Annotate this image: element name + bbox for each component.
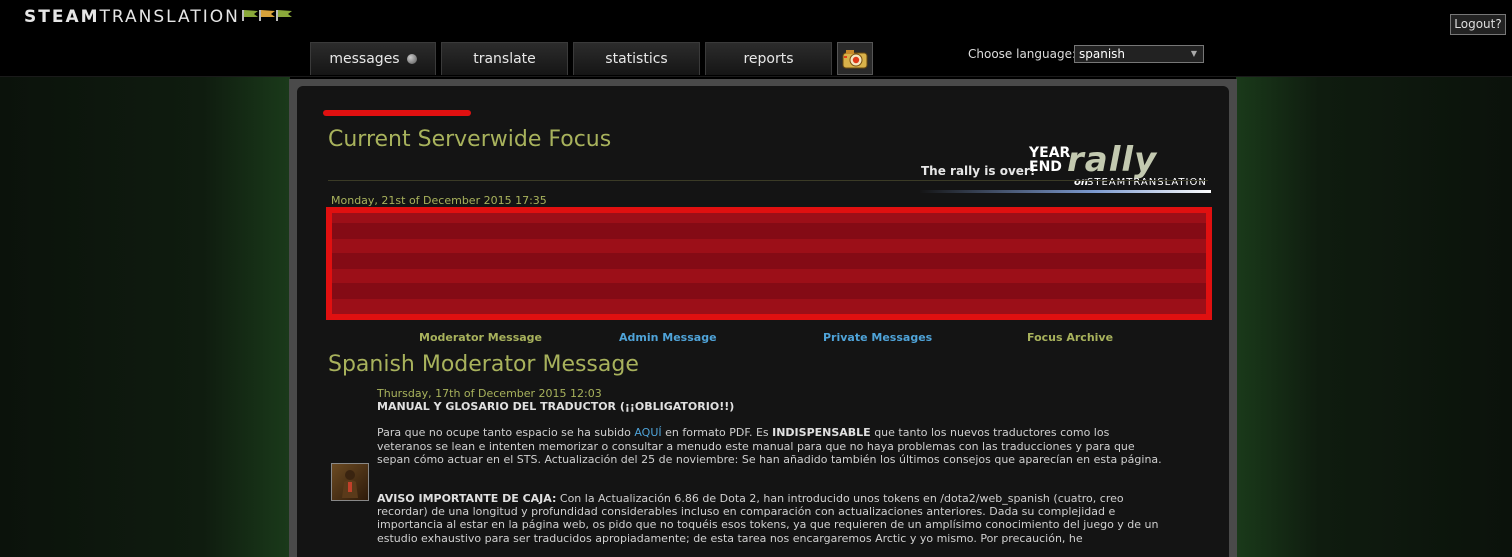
focus-divider [328, 180, 1208, 181]
logo-steam-text: STEAM [24, 7, 100, 27]
background-left-glow [0, 77, 290, 557]
focus-title: Current Serverwide Focus [328, 127, 612, 152]
logo-translation-text: TRANSLATION [99, 7, 240, 27]
tab-private-messages[interactable]: Private Messages [823, 331, 932, 344]
tab-moderator-message[interactable]: Moderator Message [419, 331, 542, 344]
content-panel: Current Serverwide Focus The rally is ov… [289, 79, 1237, 557]
content-inner: Current Serverwide Focus The rally is ov… [297, 86, 1229, 557]
tab-statistics[interactable]: statistics [573, 42, 700, 75]
rally-swoosh [919, 190, 1211, 193]
message-tabs: Moderator Message Admin Message Private … [297, 331, 1229, 347]
tab-translate-label: translate [473, 51, 536, 67]
background-right-glow [1236, 77, 1512, 557]
moderator-message-subject: MANUAL Y GLOSARIO DEL TRADUCTOR (¡¡OBLIG… [377, 400, 735, 414]
redaction-mark [323, 110, 471, 116]
tab-reports[interactable]: reports [705, 42, 832, 75]
redaction-shade [332, 223, 1206, 239]
top-bar: STEAM TRANSLATION Logout? messages trans… [0, 0, 1512, 77]
tab-reports-label: reports [743, 51, 794, 67]
redaction-shade [332, 253, 1206, 269]
camera-icon[interactable] [837, 42, 873, 75]
redaction-shade [332, 283, 1206, 299]
rally-end-text: END [1029, 159, 1062, 175]
message-paragraph: AVISO IMPORTANTE DE CAJA: Con la Actuali… [377, 492, 1167, 545]
rally-year-end: YEAR END [1029, 146, 1070, 174]
paragraph-bold: INDISPENSABLE [772, 426, 871, 440]
redacted-focus-text [326, 207, 1212, 320]
rally-banner: The rally is over! YEAR END rally on STE… [919, 140, 1211, 198]
main-nav: messages translate statistics reports [310, 42, 873, 75]
rally-on-text: on [1074, 177, 1088, 188]
notification-dot-icon [406, 54, 417, 64]
rally-brand-text: STEAMTRANSLATION [1087, 177, 1207, 188]
tab-admin-message[interactable]: Admin Message [619, 331, 717, 344]
manual-link[interactable]: AQUÍ [634, 426, 661, 439]
language-select[interactable]: spanish ▼ [1074, 45, 1204, 63]
language-label: Choose language: [968, 47, 1077, 61]
language-select-value: spanish [1079, 47, 1126, 61]
moderator-message-title: Spanish Moderator Message [328, 352, 639, 377]
paragraph-text: Para que no ocupe tanto espacio se ha su… [377, 426, 635, 440]
tab-messages[interactable]: messages [310, 42, 436, 75]
chevron-down-icon: ▼ [1190, 49, 1197, 58]
tab-statistics-label: statistics [605, 51, 668, 67]
focus-date: Monday, 21st of December 2015 17:35 [331, 194, 547, 207]
steamtranslation-logo[interactable]: STEAM TRANSLATION [24, 7, 293, 27]
rally-over-text: The rally is over! [921, 164, 1036, 178]
tab-translate[interactable]: translate [441, 42, 568, 75]
paragraph-text: en formato PDF. Es [661, 426, 773, 440]
tab-focus-archive[interactable]: Focus Archive [1027, 331, 1113, 344]
moderator-message-date: Thursday, 17th of December 2015 12:03 [377, 387, 602, 400]
logout-button[interactable]: Logout? [1450, 14, 1506, 35]
avatar [331, 463, 369, 501]
moderator-message-body: Thursday, 17th of December 2015 12:03 MA… [377, 387, 1167, 545]
paragraph-bold: AVISO IMPORTANTE DE CAJA: [377, 492, 557, 506]
flags-icon [241, 10, 293, 21]
rally-word: rally [1067, 140, 1158, 180]
tab-messages-label: messages [329, 51, 400, 67]
message-paragraph: Para que no ocupe tanto espacio se ha su… [377, 426, 1167, 466]
